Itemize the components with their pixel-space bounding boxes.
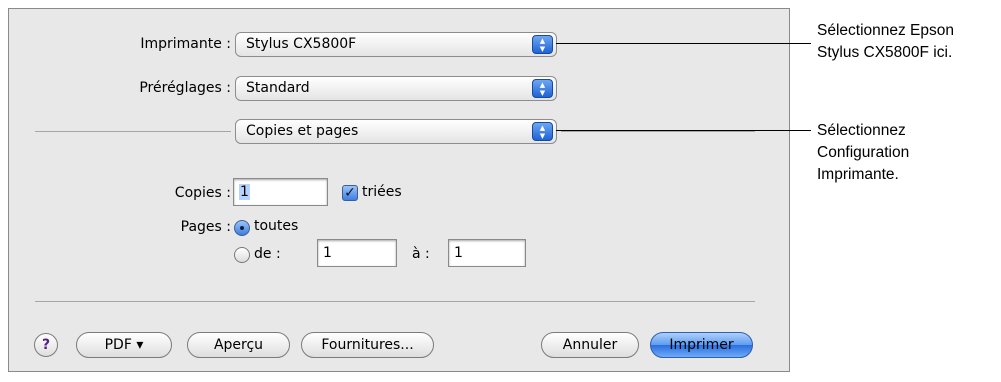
pane-callout-line3: Imprimante. [817, 166, 899, 183]
printer-popup-value: Stylus CX5800F [246, 36, 357, 52]
pane-callout-line2: Configuration [817, 144, 910, 161]
pages-to-field[interactable]: 1 [448, 239, 526, 267]
pane-callout-line [556, 130, 811, 131]
collated-label: triées [362, 184, 402, 200]
pane-popup-value: Copies et pages [246, 123, 359, 139]
pages-from-label: de : [254, 246, 281, 262]
cancel-button[interactable]: Annuler [541, 332, 639, 358]
pdf-button[interactable]: PDF ▾ [76, 332, 172, 358]
printer-callout-line [556, 43, 811, 44]
presets-popup[interactable]: Standard ▲ ▼ [235, 76, 557, 101]
separator-right [561, 131, 755, 132]
pane-popup[interactable]: Copies et pages ▲ ▼ [235, 119, 557, 144]
updown-chevron-icon: ▲ ▼ [532, 122, 553, 141]
print-button[interactable]: Imprimer [650, 332, 753, 358]
updown-chevron-icon: ▲ ▼ [532, 79, 553, 98]
presets-label: Préréglages : [139, 80, 231, 96]
pages-range-radio[interactable] [234, 247, 250, 263]
presets-popup-value: Standard [246, 80, 310, 96]
help-button[interactable]: ? [34, 333, 58, 357]
copies-field[interactable]: 1 [233, 178, 328, 206]
question-mark-icon: ? [41, 337, 51, 353]
printer-popup[interactable]: Stylus CX5800F ▲ ▼ [235, 32, 557, 57]
updown-chevron-icon: ▲ ▼ [532, 35, 553, 54]
supplies-button[interactable]: Fournitures... [301, 332, 434, 358]
printer-callout-line2: Stylus CX5800F ici. [817, 44, 953, 61]
pages-label: Pages : [180, 219, 231, 235]
printer-label: Imprimante : [140, 36, 231, 52]
copies-label: Copies : [174, 185, 231, 201]
pages-to-value: 1 [454, 245, 463, 261]
pages-all-label: toutes [254, 218, 299, 234]
printer-callout: Sélectionnez Epson Stylus CX5800F ici. [817, 20, 954, 64]
collated-checkbox[interactable]: ✓ [342, 185, 358, 201]
pages-to-label: à : [412, 246, 430, 262]
pages-from-value: 1 [323, 245, 332, 261]
preview-button[interactable]: Aperçu [187, 332, 290, 358]
pane-callout: Sélectionnez Configuration Imprimante. [817, 120, 909, 186]
separator-bottom [35, 301, 755, 302]
pages-from-field[interactable]: 1 [317, 239, 397, 267]
separator-left [35, 131, 231, 132]
pages-all-radio[interactable] [234, 220, 250, 236]
print-dialog: Imprimante : Stylus CX5800F ▲ ▼ Préréglag… [8, 8, 790, 372]
pane-callout-line1: Sélectionnez [817, 122, 906, 139]
printer-callout-line1: Sélectionnez Epson [817, 22, 955, 39]
copies-value: 1 [239, 184, 250, 200]
checkmark-icon: ✓ [344, 185, 356, 201]
